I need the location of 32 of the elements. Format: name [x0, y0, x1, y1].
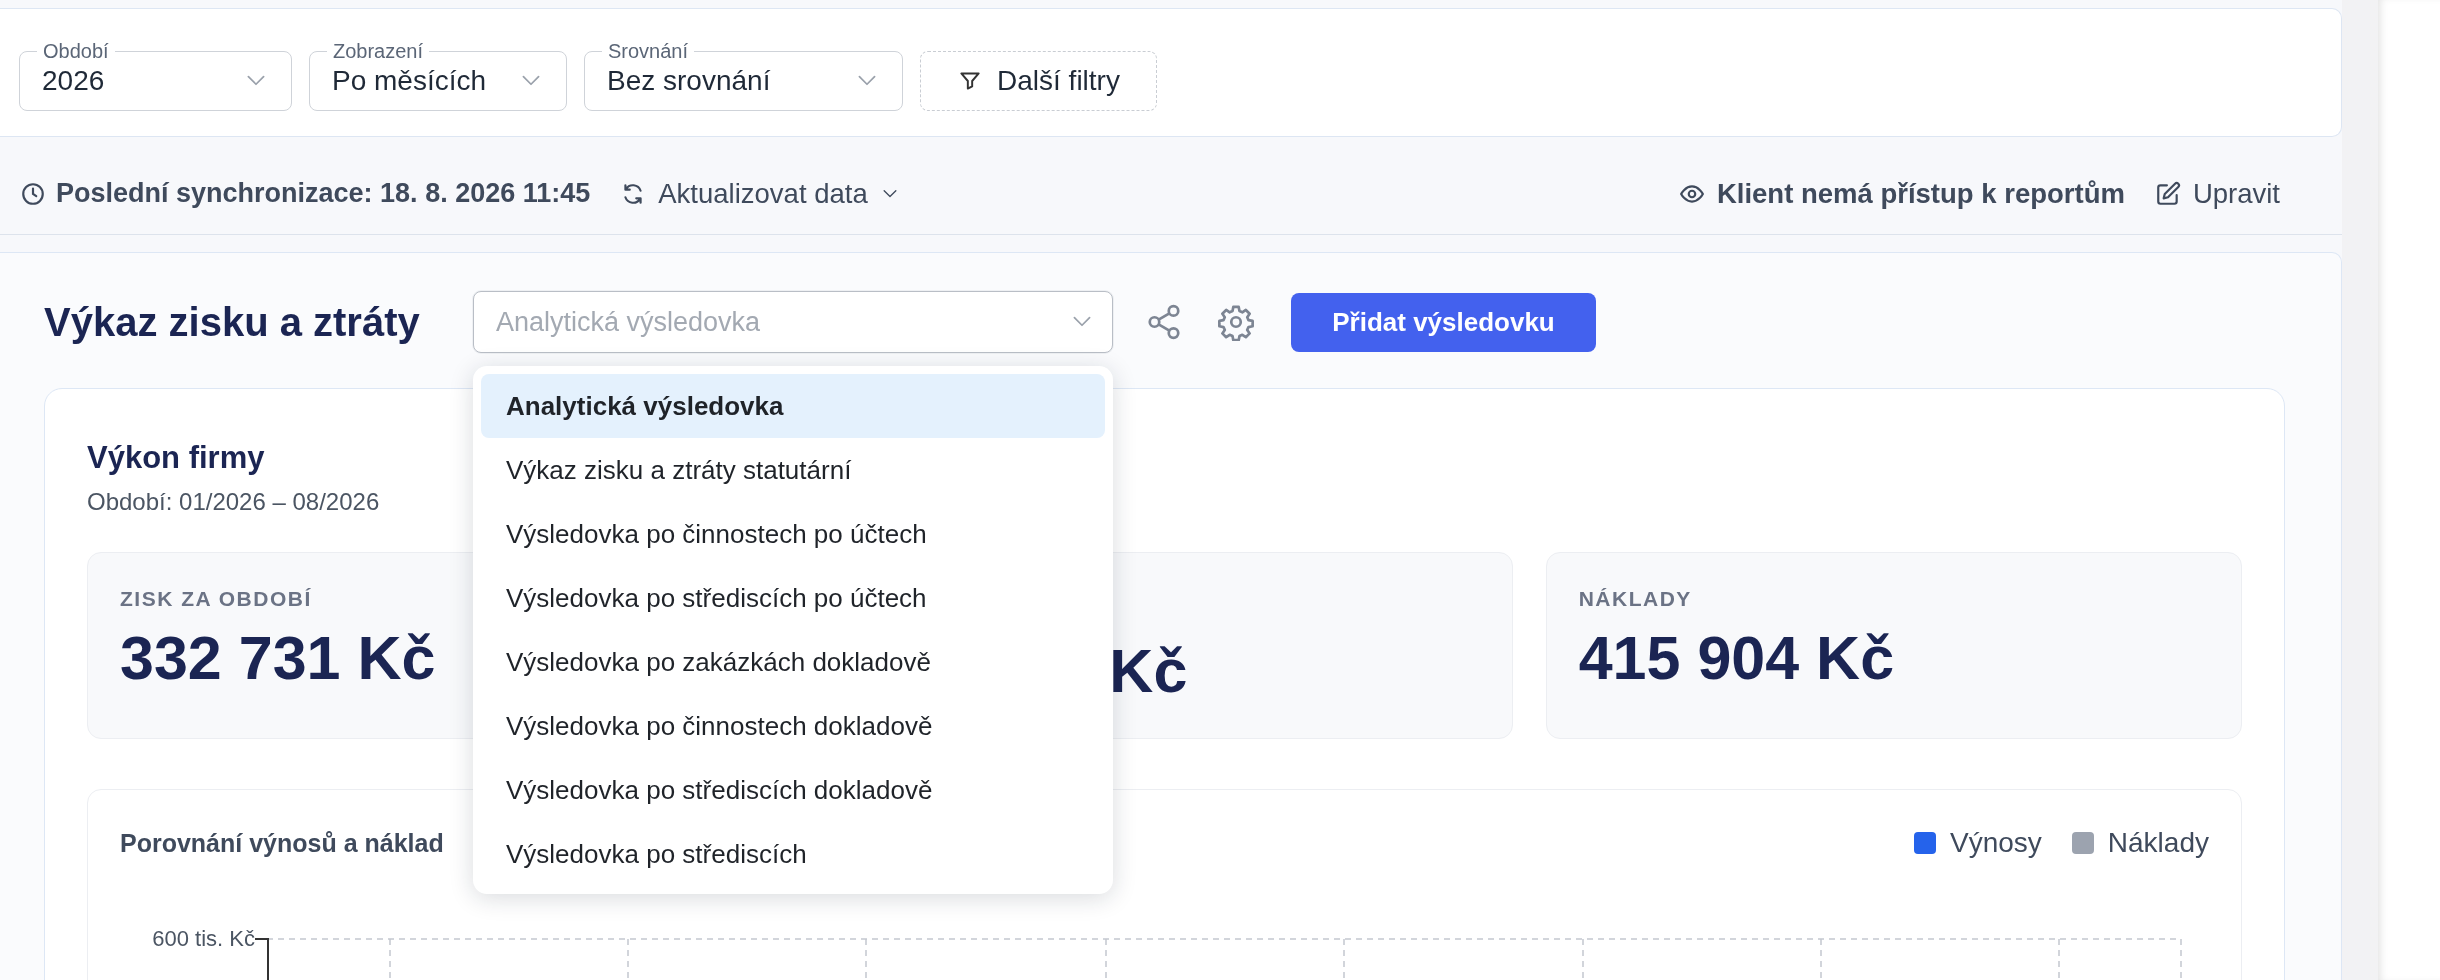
clock-icon	[20, 180, 46, 207]
report-select[interactable]: Analytická výsledovka	[473, 291, 1113, 353]
dropdown-option[interactable]: Výsledovka po střediscích dokladově	[481, 758, 1105, 822]
share-icon	[1145, 303, 1183, 341]
add-report-button[interactable]: Přidat výsledovku	[1291, 292, 1596, 352]
settings-icon	[1217, 303, 1255, 341]
sync-status: Poslední synchronizace: 18. 8. 2026 11:45	[56, 178, 591, 209]
dropdown-option[interactable]: Výsledovka po činnostech po účtech	[481, 502, 1105, 566]
kpi-value: 332 731 Kč	[120, 623, 436, 693]
dropdown-option[interactable]: Výsledovka po střediscích	[481, 822, 1105, 886]
dropdown-option[interactable]: Výsledovka po střediscích po účtech	[481, 566, 1105, 630]
legend-label: Výnosy	[1950, 827, 2042, 859]
dropdown-option[interactable]: Výsledovka po zakázkách dokladově	[481, 630, 1105, 694]
dropdown-option[interactable]: Výsledovka po činnostech dokladově	[481, 694, 1105, 758]
section-title: Výkon firmy	[87, 440, 265, 476]
legend-label: Náklady	[2107, 827, 2209, 859]
edit-icon	[2154, 180, 2181, 207]
refresh-button[interactable]: Aktualizovat data	[620, 177, 900, 210]
axis-label: 600 tis. Kč	[151, 926, 256, 952]
kpi-label: NÁKLADY	[1578, 587, 1692, 611]
chart-title: Porovnání výnosů a náklad	[120, 828, 444, 858]
y-axis	[254, 937, 269, 980]
edit-button[interactable]: Upravit	[2154, 177, 2280, 210]
dropdown-option[interactable]: Analytická výsledovka	[481, 374, 1105, 438]
dropdown-option[interactable]: Výkaz zisku a ztráty statutární	[481, 438, 1105, 502]
kpi-value: 415 904 Kč	[1578, 623, 1895, 693]
client-access-button[interactable]: Klient nemá přístup k reportům	[1678, 177, 2125, 210]
report-title: Výkaz zisku a ztráty	[44, 299, 421, 345]
kpi-value: Kč	[1109, 636, 1188, 706]
period-text: Období: 01/2026 – 08/2026	[87, 488, 380, 516]
more-filters-button[interactable]: Další filtry	[920, 51, 1157, 111]
kpi-label: ZISK ZA OBDOBÍ	[120, 587, 312, 611]
